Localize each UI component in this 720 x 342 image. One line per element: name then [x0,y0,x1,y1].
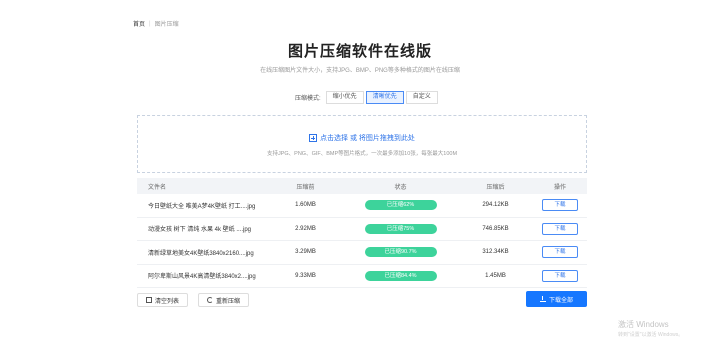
recompress-button[interactable]: 重新压缩 [198,293,250,307]
recompress-label: 重新压缩 [216,298,241,305]
breadcrumb-home[interactable]: 首页 [133,19,145,28]
header-action: 操作 [553,184,566,191]
table-row: 今日壁纸大全 唯美A梦4K壁纸 打工....jpg 1.60MB 已压缩62% … [137,194,587,218]
upload-dropzone[interactable]: 点击选择 或 将图片拖拽到此处 支持JPG、PNG、GIF、BMP等图片格式，一… [137,115,587,173]
clear-list-label: 清空列表 [155,298,180,305]
mode-option-clarity-first[interactable]: 清晰优先 [365,91,404,104]
file-size: 2.92MB [295,225,316,232]
download-all-button[interactable]: 下载全部 [526,291,587,307]
table-header: 文件名 压缩前 状态 压缩后 操作 [137,178,587,194]
mode-label: 压缩模式: [295,96,321,102]
table-row: 清新绿草地美女4K壁纸3840x2160....jpg 3.29MB 已压缩90… [137,241,587,265]
windows-activation-hint: 转到"设置"以激活 Windows。 [618,332,684,338]
mode-option-small-first[interactable]: 缩小优先 [325,91,364,104]
trash-icon [146,297,152,303]
download-button[interactable]: 下载 [542,269,578,282]
page-title: 图片压缩软件在线版 [287,43,432,60]
status-badge: 已压缩90.7% [364,247,437,258]
compressed-size: 312.34KB [482,249,509,256]
compressed-size: 1.45MB [485,272,506,279]
table-footer: 清空列表 重新压缩 下载全部 [137,290,587,310]
file-size: 1.60MB [295,202,316,209]
breadcrumb-separator: | [149,20,151,27]
breadcrumb: 首页 | 图片压缩 [133,19,179,29]
header-size: 压缩前 [296,184,315,191]
compressed-size: 746.85KB [482,225,509,232]
windows-activation-watermark: 激活 Windows [618,320,669,329]
download-icon [539,296,546,302]
mode-option-custom[interactable]: 自定义 [405,91,438,104]
compressed-size: 294.12KB [482,202,509,209]
upload-hint: 支持JPG、PNG、GIF、BMP等图片格式，一次最多添加10张，每张最大100… [266,151,458,157]
file-name: 清新绿草地美女4K壁纸3840x2160....jpg [148,250,254,257]
compression-mode-selector: 压缩模式: 缩小优先 清晰优先 自定义 [295,91,440,104]
table-row: 动漫女孩 树下 清纯 水果 4k 壁纸 ....jpg 2.92MB 已压缩75… [137,218,587,241]
header-compressed: 压缩后 [486,184,505,191]
status-badge: 已压缩84.4% [364,270,437,281]
file-name: 阿尔卑斯山风景4K高清壁纸3840x2....jpg [148,274,256,281]
download-button[interactable]: 下载 [542,246,578,259]
breadcrumb-current: 图片压缩 [154,22,179,28]
page-subtitle: 在线压缩图片文件大小，支持JPG、BMP、PNG等多种格式的图片在线压缩 [260,68,460,74]
plus-icon [309,134,318,142]
file-table: 文件名 压缩前 状态 压缩后 操作 今日壁纸大全 唯美A梦4K壁纸 打工....… [137,178,587,288]
header-filename: 文件名 [148,184,167,191]
download-all-label: 下载全部 [548,297,573,304]
download-button[interactable]: 下载 [542,199,578,212]
upload-prompt[interactable]: 点击选择 或 将图片拖拽到此处 [138,133,586,143]
file-name: 今日壁纸大全 唯美A梦4K壁纸 打工....jpg [148,203,256,210]
file-name: 动漫女孩 树下 清纯 水果 4k 壁纸 ....jpg [148,227,252,234]
table-row: 阿尔卑斯山风景4K高清壁纸3840x2....jpg 9.33MB 已压缩84.… [137,265,587,288]
refresh-icon [207,297,214,303]
header-status: 状态 [394,184,407,191]
upload-prompt-text: 点击选择 或 将图片拖拽到此处 [320,135,415,142]
download-button[interactable]: 下载 [542,222,578,235]
clear-list-button[interactable]: 清空列表 [137,293,189,307]
status-badge: 已压缩75% [364,223,437,234]
file-size: 3.29MB [295,249,316,256]
file-size: 9.33MB [295,272,316,279]
status-badge: 已压缩62% [364,200,437,211]
